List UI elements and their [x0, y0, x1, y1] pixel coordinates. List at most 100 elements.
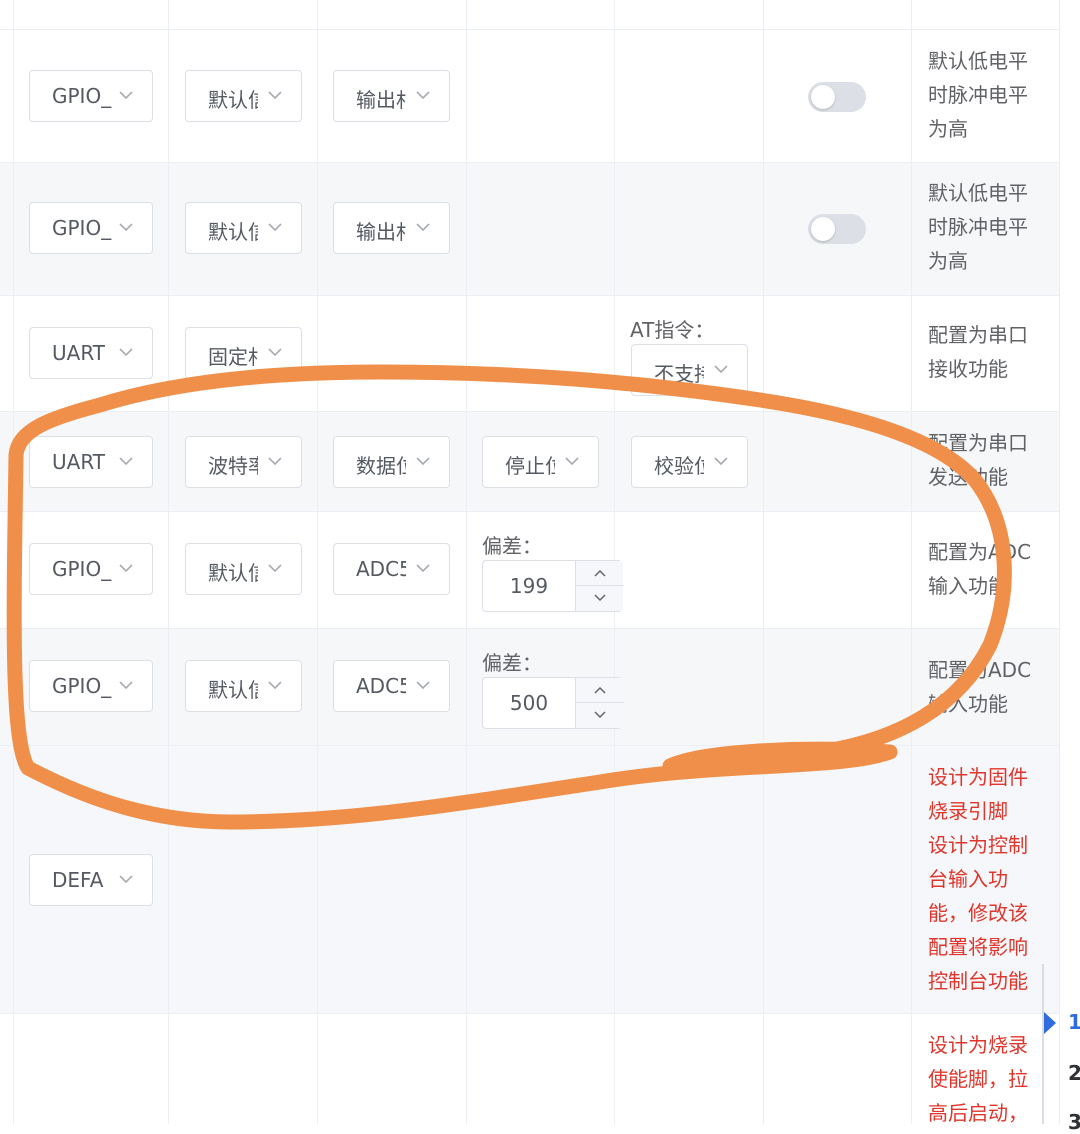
- chevron-down-icon: [119, 875, 133, 884]
- select-value: 数据位: [356, 454, 406, 478]
- table-row: 设计为烧录 使能脚，拉 高后启动，: [0, 1014, 1060, 1125]
- chevron-down-icon: [594, 711, 606, 719]
- pulse-level-switch[interactable]: [808, 214, 866, 244]
- select-value: ADC5: [356, 674, 406, 698]
- offset-stepper[interactable]: 500: [482, 677, 624, 729]
- output-mode-select[interactable]: 输出村: [333, 70, 450, 122]
- offset-value: 500: [509, 691, 549, 715]
- pin-type-select[interactable]: GPIO_: [29, 660, 153, 712]
- pager-item[interactable]: 3: [1068, 1110, 1080, 1134]
- chevron-down-icon: [268, 457, 282, 466]
- switch-knob: [811, 217, 835, 241]
- pin-type-select[interactable]: UART: [29, 436, 153, 488]
- adc-channel-select[interactable]: ADC5: [333, 660, 450, 712]
- chevron-down-icon: [119, 348, 133, 357]
- stepper-controls: [575, 678, 624, 728]
- select-value: 默认信: [208, 88, 258, 112]
- chevron-down-icon: [416, 91, 430, 100]
- select-value: 固定村: [208, 345, 258, 369]
- row-description: 默认低电平 时脉冲电平 为高: [928, 49, 1028, 141]
- select-value: GPIO_: [52, 674, 112, 698]
- offset-value: 199: [509, 574, 549, 598]
- chevron-down-icon: [268, 91, 282, 100]
- warning-description: 设计为固件 烧录引脚 设计为控制 台输入功 能，修改该 配置将影响 控制台功能: [928, 765, 1028, 993]
- pager-item[interactable]: 2: [1068, 1061, 1080, 1085]
- caret-right-icon: [1044, 1012, 1056, 1034]
- table-row: GPIO_ 默认信 输出村 默认低电平 时脉冲电平 为高: [0, 163, 1060, 296]
- decrease-button[interactable]: [576, 703, 624, 728]
- increase-button[interactable]: [576, 561, 624, 586]
- increase-button[interactable]: [576, 678, 624, 703]
- offset-label: 偏差：: [482, 651, 542, 675]
- output-mode-select[interactable]: 输出村: [333, 202, 450, 254]
- select-value: 输出村: [356, 88, 406, 112]
- chevron-down-icon: [119, 681, 133, 690]
- adc-channel-select[interactable]: ADC5: [333, 543, 450, 595]
- data-bits-select[interactable]: 数据位: [333, 436, 450, 488]
- select-value: 波特率: [208, 454, 258, 478]
- pin-type-select[interactable]: GPIO_: [29, 202, 153, 254]
- stop-bits-select[interactable]: 停止位: [482, 436, 599, 488]
- offset-stepper[interactable]: 199: [482, 560, 624, 612]
- row-description: 配置为ADC 输入功能: [928, 540, 1032, 598]
- side-scrollbar[interactable]: [1042, 964, 1044, 1124]
- stepper-controls: [575, 561, 624, 611]
- chevron-down-icon: [416, 564, 430, 573]
- select-value: DEFA: [52, 868, 104, 892]
- decrease-button[interactable]: [576, 586, 624, 611]
- table-border: [1059, 0, 1060, 1124]
- chevron-down-icon: [416, 681, 430, 690]
- row-description: 配置为串口 发送功能: [928, 431, 1028, 489]
- config-table: GPIO_ 默认信 输出村 默认低电平 时脉冲电平 为高 GPIO_: [0, 0, 1060, 1125]
- select-value: UART: [52, 341, 105, 365]
- at-command-select[interactable]: 不支持: [631, 344, 748, 396]
- at-command-label: AT指令：: [630, 318, 715, 342]
- default-state-select[interactable]: 默认信: [185, 543, 302, 595]
- row-description: 配置为串口 接收功能: [928, 323, 1028, 381]
- select-value: 输出村: [356, 220, 406, 244]
- pin-type-select[interactable]: GPIO_: [29, 70, 153, 122]
- select-value: 默认信: [208, 678, 258, 702]
- row-description: 默认低电平 时脉冲电平 为高: [928, 181, 1028, 273]
- warning-description: 设计为烧录 使能脚，拉 高后启动，: [928, 1033, 1028, 1125]
- chevron-down-icon: [268, 348, 282, 357]
- default-state-select[interactable]: 默认信: [185, 660, 302, 712]
- chevron-down-icon: [119, 91, 133, 100]
- chevron-down-icon: [119, 564, 133, 573]
- chevron-up-icon: [594, 686, 606, 694]
- table-row: UART 固定村 AT指令： 不支持 配置为串口 接收功能: [0, 296, 1060, 412]
- table-row: [0, 0, 1060, 30]
- pin-type-select[interactable]: UART: [29, 327, 153, 379]
- select-value: 校验位: [654, 454, 704, 478]
- select-value: UART: [52, 450, 105, 474]
- chevron-down-icon: [119, 223, 133, 232]
- select-value: 默认信: [208, 220, 258, 244]
- select-value: 不支持: [654, 362, 704, 386]
- pin-type-select[interactable]: GPIO_: [29, 543, 153, 595]
- chevron-down-icon: [416, 457, 430, 466]
- default-state-select[interactable]: 默认信: [185, 70, 302, 122]
- chevron-down-icon: [714, 365, 728, 374]
- select-value: ADC5: [356, 557, 406, 581]
- chevron-down-icon: [714, 457, 728, 466]
- pin-type-select[interactable]: DEFA: [29, 854, 153, 906]
- chevron-down-icon: [119, 457, 133, 466]
- baud-rate-select[interactable]: 波特率: [185, 436, 302, 488]
- default-state-select[interactable]: 默认信: [185, 202, 302, 254]
- pulse-level-switch[interactable]: [808, 82, 866, 112]
- chevron-down-icon: [268, 564, 282, 573]
- chevron-down-icon: [565, 457, 579, 466]
- select-value: GPIO_: [52, 557, 112, 581]
- row-description: 配置为ADC 输入功能: [928, 658, 1032, 716]
- pager-item[interactable]: 1: [1068, 1010, 1080, 1034]
- chevron-down-icon: [268, 681, 282, 690]
- switch-knob: [811, 85, 835, 109]
- offset-label: 偏差：: [482, 534, 542, 558]
- chevron-down-icon: [268, 223, 282, 232]
- table-row: GPIO_ 默认信 ADC5 偏差： 199 配置为ADC 输入功: [0, 512, 1060, 629]
- table-row: DEFA 设计为固件 烧录引脚 设计为控制 台输入功 能，修改该 配置将影响 控…: [0, 746, 1060, 1014]
- table-row: GPIO_ 默认信 输出村 默认低电平 时脉冲电平 为高: [0, 30, 1060, 163]
- uart-mode-select[interactable]: 固定村: [185, 327, 302, 379]
- chevron-up-icon: [594, 569, 606, 577]
- parity-select[interactable]: 校验位: [631, 436, 748, 488]
